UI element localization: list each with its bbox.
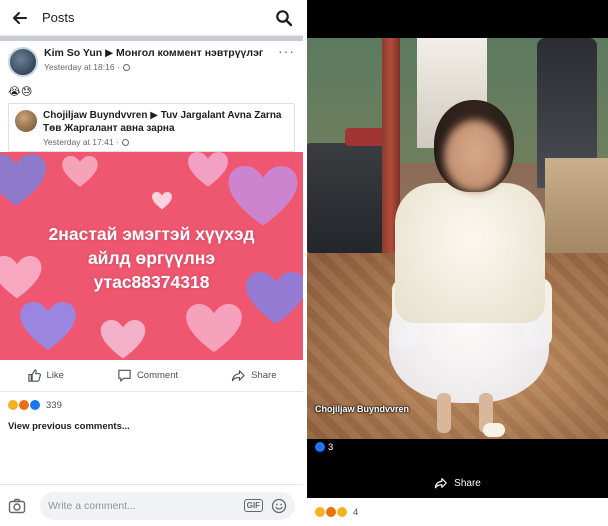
- more-options-icon[interactable]: ···: [278, 44, 295, 58]
- gif-button[interactable]: GIF: [243, 499, 263, 512]
- heart-decoration: [62, 156, 98, 187]
- shared-timestamp[interactable]: Yesterday at 17:41 ·: [43, 137, 288, 147]
- share-button[interactable]: Share: [307, 470, 608, 496]
- share-button[interactable]: Share: [231, 368, 276, 383]
- angry-reaction-icon: [19, 400, 29, 410]
- heart-decoration: [0, 154, 46, 206]
- reaction-summary[interactable]: 4: [307, 498, 608, 526]
- sad-reaction-icon: [8, 400, 18, 410]
- globe-icon: [122, 63, 130, 71]
- shared-post-header[interactable]: Chojiljaw Buyndvvren ▶ Tuv Jargalant Avn…: [8, 103, 295, 152]
- sad-reaction-icon: [315, 507, 325, 517]
- reaction-count: 4: [353, 506, 359, 518]
- comment-icon: [118, 369, 131, 382]
- avatar[interactable]: [8, 47, 38, 77]
- reaction-summary[interactable]: 339: [0, 392, 303, 418]
- stove: [307, 143, 389, 253]
- share-icon: [434, 478, 447, 489]
- photo-watermark: Chojiljaw Buyndvvren: [315, 404, 410, 414]
- heart-decoration: [228, 166, 298, 226]
- angry-reaction-icon: [326, 507, 336, 517]
- share-icon: [231, 370, 245, 382]
- heart-decoration: [152, 192, 172, 210]
- comment-placeholder: Write a comment...: [48, 499, 136, 512]
- view-previous-comments[interactable]: View previous comments...: [0, 418, 303, 436]
- post-author[interactable]: Kim So Yun ▶ Монгол коммент нэвтрүүлэг: [44, 47, 278, 60]
- emoji-icon[interactable]: [271, 498, 287, 514]
- reaction-count: 339: [46, 399, 62, 411]
- search-icon[interactable]: [275, 9, 293, 27]
- fur-coat: [395, 183, 545, 323]
- heart-decoration: [20, 302, 76, 351]
- shared-author[interactable]: Chojiljaw Buyndvvren ▶ Tuv Jargalant Avn…: [43, 110, 288, 135]
- post-header: Kim So Yun ▶ Монгол коммент нэвтрүүлэг Y…: [8, 44, 295, 77]
- comment-input[interactable]: Write a comment... GIF: [40, 491, 295, 520]
- like-count: 3: [328, 441, 334, 453]
- post-image-caption: 2настай эмэгтэй хүүхэд айлд өргүүлнэ ута…: [48, 224, 255, 292]
- like-reaction-icon: [30, 400, 40, 410]
- camera-icon[interactable]: [8, 497, 26, 515]
- like-reaction-icon: [315, 442, 325, 452]
- post: Kim So Yun ▶ Монгол коммент нэвтрүүлэг Y…: [0, 41, 303, 152]
- left-screenshot: Posts Kim So Yun ▶ Монгол коммент нэвтрү…: [0, 0, 303, 526]
- like-summary[interactable]: 3: [315, 440, 333, 454]
- post-actions: Like Comment Share: [0, 360, 303, 392]
- blurred-face: [444, 120, 506, 192]
- child-photo[interactable]: Chojiljaw Buyndvvren: [307, 38, 608, 439]
- heart-decoration: [100, 320, 146, 359]
- page-title: Posts: [42, 10, 75, 25]
- comment-button[interactable]: Comment: [117, 368, 178, 383]
- like-button[interactable]: Like: [27, 368, 64, 383]
- back-arrow-icon[interactable]: [10, 8, 30, 28]
- cabinet: [545, 158, 608, 253]
- comment-bar: Write a comment... GIF: [0, 484, 303, 526]
- post-emoji-text: 😭😓: [8, 86, 33, 98]
- heart-decoration: [186, 304, 242, 353]
- post-image[interactable]: 2настай эмэгтэй хүүхэд айлд өргүүлнэ ута…: [0, 152, 303, 360]
- shared-avatar[interactable]: [15, 110, 37, 132]
- thumbs-up-icon: [27, 369, 41, 382]
- heart-decoration: [188, 152, 228, 187]
- wow-reaction-icon: [337, 507, 347, 517]
- right-screenshot: Chojiljaw Buyndvvren 3 Share 4: [307, 0, 608, 526]
- top-bar: Posts: [0, 0, 303, 36]
- globe-icon: [121, 138, 129, 146]
- post-timestamp[interactable]: Yesterday at 18:16 ·: [44, 62, 278, 72]
